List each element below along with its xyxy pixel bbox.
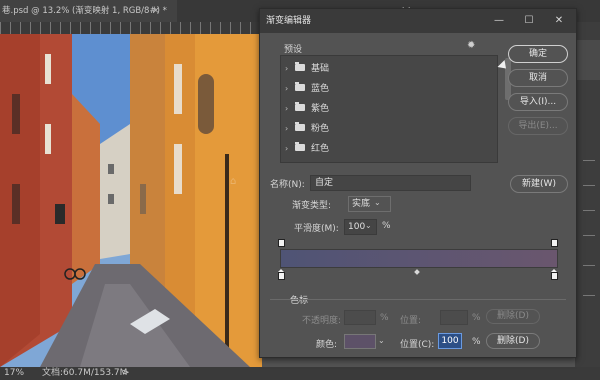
gradient-type-select[interactable]: 实底 [348,196,391,212]
preset-folder-label: 基础 [311,64,330,74]
chevron-right-icon[interactable]: › [285,60,295,78]
smoothness-input[interactable]: 100 [344,219,377,235]
name-input[interactable]: 自定 [310,175,471,191]
panel-divider [583,235,595,236]
panel-divider [583,210,595,211]
delete-color-stop-button[interactable]: 删除(D) [486,333,540,349]
delete-opacity-stop-button[interactable]: 删除(D) [486,309,540,324]
folder-icon [295,102,305,111]
opacity-input [344,310,376,325]
close-icon[interactable]: ✕ [546,9,572,33]
folder-icon [295,142,305,151]
export-button[interactable]: 导出(E)... [508,117,568,135]
color-location-label: 位置(C): [400,340,435,350]
color-location-unit: % [472,337,481,347]
opacity-unit: % [380,313,389,323]
color-swatch[interactable] [344,334,376,349]
folder-icon [295,62,305,71]
gradient-preview-bar[interactable] [280,249,558,268]
svg-text:⌂: ⌂ [230,176,236,187]
opacity-stop-left[interactable] [278,239,285,247]
ok-button[interactable]: 确定 [508,45,568,63]
preset-folder-label: 蓝色 [311,84,330,94]
gear-icon[interactable]: ✹ [467,40,475,51]
cancel-button[interactable]: 取消 [508,69,568,87]
panel-divider [583,295,595,296]
smoothness-label: 平滑度(M): [294,224,339,234]
status-menu-icon[interactable]: > [122,367,130,380]
chevron-down-icon[interactable]: ⌄ [374,196,381,210]
preset-folder-label: 红色 [311,144,330,154]
smoothness-unit: % [382,221,391,231]
preset-folder[interactable]: › 紫色 [285,100,329,118]
chevron-right-icon[interactable]: › [285,80,295,98]
presets-list[interactable]: › 基础 › 蓝色 › 紫色 › 粉色 › 红色 [280,55,511,163]
folder-icon [295,122,305,131]
chevron-right-icon[interactable]: › [285,140,295,158]
opacity-label: 不透明度: [302,316,342,326]
panel-divider [583,185,595,186]
dialog-title: 渐变编辑器 [266,16,312,26]
gradient-editor-dialog: 渐变编辑器 — ☐ ✕ 预设 ✹ › 基础 › 蓝色 › 紫色 › 粉色 › 红色 确定 … [259,8,577,358]
maximize-icon[interactable]: ☐ [516,9,542,33]
name-label: 名称(N): [270,180,305,190]
opacity-location-input [440,310,468,325]
ruler-horizontal [0,22,262,34]
new-button[interactable]: 新建(W) [510,175,568,193]
document-close-icon[interactable]: × [152,0,164,22]
presets-label: 预设 [284,45,303,55]
zoom-level[interactable]: 17% [4,367,24,380]
document-size: 文档:60.7M/153.7M [42,368,128,378]
document-tab[interactable]: 巷.psd @ 13.2% (渐变映射 1, RGB/8#) * [0,0,177,22]
opacity-location-unit: % [472,313,481,323]
import-button[interactable]: 导入(I)... [508,93,568,111]
document-canvas[interactable]: ⌂ [0,34,262,367]
folder-icon [295,82,305,91]
status-bar: 17% 文档:60.7M/153.7M > [0,367,600,380]
preset-folder[interactable]: › 蓝色 [285,80,329,98]
panel-divider [583,160,595,161]
color-stop-left[interactable] [278,269,285,280]
gradient-type-label: 渐变类型: [292,201,332,211]
gradient-midpoint-diamond[interactable] [414,269,420,275]
preset-folder[interactable]: › 粉色 [285,120,329,138]
dialog-titlebar[interactable]: 渐变编辑器 — ☐ ✕ [260,9,576,33]
preset-folder[interactable]: › 红色 [285,140,329,158]
color-label: 颜色: [316,340,338,350]
preset-folder-label: 粉色 [311,124,330,134]
canvas-photo: ⌂ [0,34,262,367]
preset-folder[interactable]: › 基础 [285,60,329,78]
panel-dropdown-strip[interactable] [573,40,600,80]
chevron-right-icon[interactable]: › [285,100,295,118]
chevron-right-icon[interactable]: › [285,120,295,138]
chevron-down-icon[interactable]: ⌄ [378,334,385,347]
color-location-input[interactable]: 100 [438,333,462,349]
chevron-down-icon[interactable]: ⌄ [365,219,372,233]
opacity-stop-right[interactable] [551,239,558,247]
preset-folder-label: 紫色 [311,104,330,114]
opacity-location-label: 位置: [400,316,422,326]
minimize-icon[interactable]: — [486,9,512,33]
color-stop-right[interactable] [551,269,558,280]
panel-divider [583,265,595,266]
